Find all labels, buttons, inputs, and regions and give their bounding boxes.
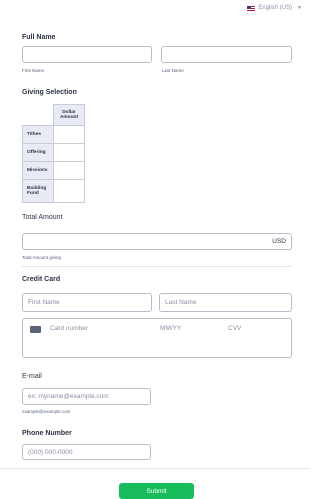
- missions-amount-input[interactable]: [53, 161, 85, 180]
- language-selector[interactable]: English (US) ▼: [247, 5, 302, 11]
- last-name-sublabel: Last Name: [162, 68, 184, 73]
- language-label: English (US): [258, 5, 293, 11]
- card-first-name-placeholder: First Name: [28, 299, 60, 306]
- row-tithes: Tithes: [22, 125, 54, 144]
- row-offering: Offering: [22, 143, 54, 162]
- email-sublabel: example@example.com: [22, 409, 71, 414]
- card-last-name-input[interactable]: Last Name: [159, 293, 292, 312]
- card-first-name-input[interactable]: First Name: [22, 293, 152, 312]
- total-amount-label: Total Amount: [22, 214, 63, 221]
- total-amount-input[interactable]: USD: [22, 233, 292, 250]
- giving-selection-label: Giving Selection: [22, 89, 77, 96]
- email-input[interactable]: ex: myname@example.com: [22, 388, 151, 405]
- card-cvv-input[interactable]: CVV: [228, 325, 241, 332]
- card-details-box[interactable]: Card number MM/YY CVV: [22, 318, 292, 358]
- card-expiry-input[interactable]: MM/YY: [160, 325, 181, 332]
- chevron-down-icon: ▼: [297, 5, 302, 11]
- credit-card-icon: [30, 326, 41, 333]
- footer-divider: [0, 468, 310, 469]
- last-name-input[interactable]: [161, 46, 292, 63]
- building-fund-amount-input[interactable]: [53, 179, 85, 203]
- card-last-name-placeholder: Last Name: [165, 299, 197, 306]
- phone-number-input[interactable]: (000) 000-0000: [22, 444, 151, 460]
- phone-number-label: Phone Number: [22, 430, 72, 437]
- email-placeholder: ex: myname@example.com: [28, 393, 109, 400]
- total-amount-sublabel: Total Amount giving: [22, 255, 62, 260]
- offering-amount-input[interactable]: [53, 143, 85, 162]
- row-missions: Missions: [22, 161, 54, 180]
- email-label: E-mail: [22, 373, 42, 380]
- currency-label: USD: [272, 238, 286, 245]
- giving-table: Dollar Amount Tithes Offering Missions B…: [22, 104, 85, 203]
- first-name-input[interactable]: [22, 46, 152, 63]
- credit-card-label: Credit Card: [22, 276, 61, 283]
- row-building-fund: Building Fund: [22, 179, 54, 203]
- phone-placeholder: (000) 000-0000: [28, 448, 73, 456]
- submit-button[interactable]: Submit: [119, 483, 194, 499]
- us-flag-icon: [247, 5, 256, 11]
- full-name-label: Full Name: [22, 34, 56, 41]
- card-number-input[interactable]: Card number: [50, 325, 88, 332]
- tithes-amount-input[interactable]: [53, 125, 85, 144]
- dollar-amount-header: Dollar Amount: [53, 104, 85, 126]
- first-name-sublabel: First Name: [22, 68, 45, 73]
- section-divider: [22, 266, 292, 267]
